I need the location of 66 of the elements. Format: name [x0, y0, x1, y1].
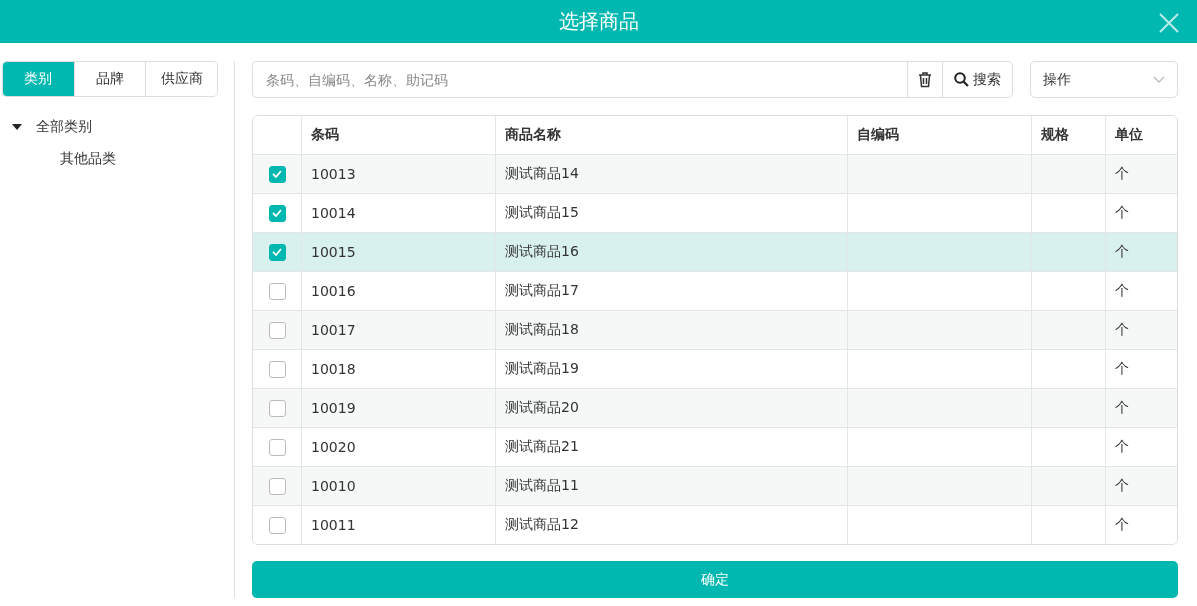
- check-icon: [272, 209, 282, 217]
- table-cell: 测试商品16: [505, 243, 579, 261]
- search-icon: [954, 72, 969, 87]
- action-select[interactable]: 操作: [1030, 61, 1178, 98]
- table-cell: 测试商品11: [505, 477, 579, 495]
- table-cell: 测试商品18: [505, 321, 579, 339]
- check-icon: [272, 248, 282, 256]
- table-cell: 测试商品14: [505, 165, 579, 183]
- table-cell: 10020: [311, 439, 356, 455]
- table-cell: 10013: [311, 166, 356, 182]
- table-cell: 个: [1115, 399, 1129, 417]
- clear-button[interactable]: [907, 61, 942, 98]
- table-cell: 个: [1115, 477, 1129, 495]
- table-row[interactable]: 10018 测试商品19 个: [253, 349, 1177, 388]
- table-cell: 10011: [311, 517, 356, 533]
- table-row[interactable]: 10019 测试商品20 个: [253, 388, 1177, 427]
- table-cell: 测试商品12: [505, 516, 579, 534]
- table-row[interactable]: 10010 测试商品11 个: [253, 466, 1177, 505]
- table-cell: 个: [1115, 360, 1129, 378]
- close-icon[interactable]: [1159, 13, 1179, 33]
- row-checkbox[interactable]: [268, 204, 286, 222]
- row-checkbox[interactable]: [268, 477, 286, 495]
- row-checkbox[interactable]: [268, 399, 286, 417]
- table-row[interactable]: 10017 测试商品18 个: [253, 310, 1177, 349]
- row-checkbox[interactable]: [268, 243, 286, 261]
- row-checkbox[interactable]: [268, 516, 286, 534]
- table-cell: 个: [1115, 243, 1129, 261]
- row-checkbox[interactable]: [268, 438, 286, 456]
- table-cell: 10019: [311, 400, 356, 416]
- table-cell: 10017: [311, 322, 356, 338]
- table-cell: 10015: [311, 244, 356, 260]
- row-checkbox[interactable]: [268, 165, 286, 183]
- table-cell: 测试商品15: [505, 204, 579, 222]
- search-button[interactable]: 搜索: [942, 61, 1013, 98]
- table-cell: 测试商品20: [505, 399, 579, 417]
- table-row[interactable]: 10020 测试商品21 个: [253, 427, 1177, 466]
- table-cell: 个: [1115, 516, 1129, 534]
- table-cell: 个: [1115, 204, 1129, 222]
- table-cell: 10014: [311, 205, 356, 221]
- table-cell: 个: [1115, 165, 1129, 183]
- table-cell: 10016: [311, 283, 356, 299]
- table-cell: 测试商品19: [505, 360, 579, 378]
- row-checkbox[interactable]: [268, 360, 286, 378]
- category-item[interactable]: 全部类别: [36, 118, 92, 136]
- table-cell: 10018: [311, 361, 356, 377]
- table-cell: 测试商品21: [505, 438, 579, 456]
- search-field[interactable]: 条码、自编码、名称、助记码: [252, 61, 907, 98]
- check-icon: [272, 170, 282, 178]
- table-cell: 10010: [311, 478, 356, 494]
- table-row[interactable]: 10016 测试商品17 个: [253, 271, 1177, 310]
- filter-tab[interactable]: 供应商: [145, 62, 217, 96]
- table-cell: 个: [1115, 321, 1129, 339]
- table-row[interactable]: 10011 测试商品12 个: [253, 505, 1177, 544]
- table-row[interactable]: 10015 测试商品16 个: [253, 232, 1177, 271]
- row-checkbox[interactable]: [268, 321, 286, 339]
- category-item[interactable]: 其他品类: [60, 150, 116, 168]
- table-row[interactable]: 10014 测试商品15 个: [253, 193, 1177, 232]
- trash-icon: [919, 71, 931, 88]
- row-checkbox[interactable]: [268, 282, 286, 300]
- table-cell: 测试商品17: [505, 282, 579, 300]
- table-cell: 个: [1115, 438, 1129, 456]
- table-cell: 个: [1115, 282, 1129, 300]
- table-row[interactable]: 10013 测试商品14 个: [253, 154, 1177, 193]
- caret-icon[interactable]: [12, 124, 22, 130]
- window-title: 选择商品: [558, 8, 639, 35]
- chevron-down-icon: [1153, 76, 1165, 83]
